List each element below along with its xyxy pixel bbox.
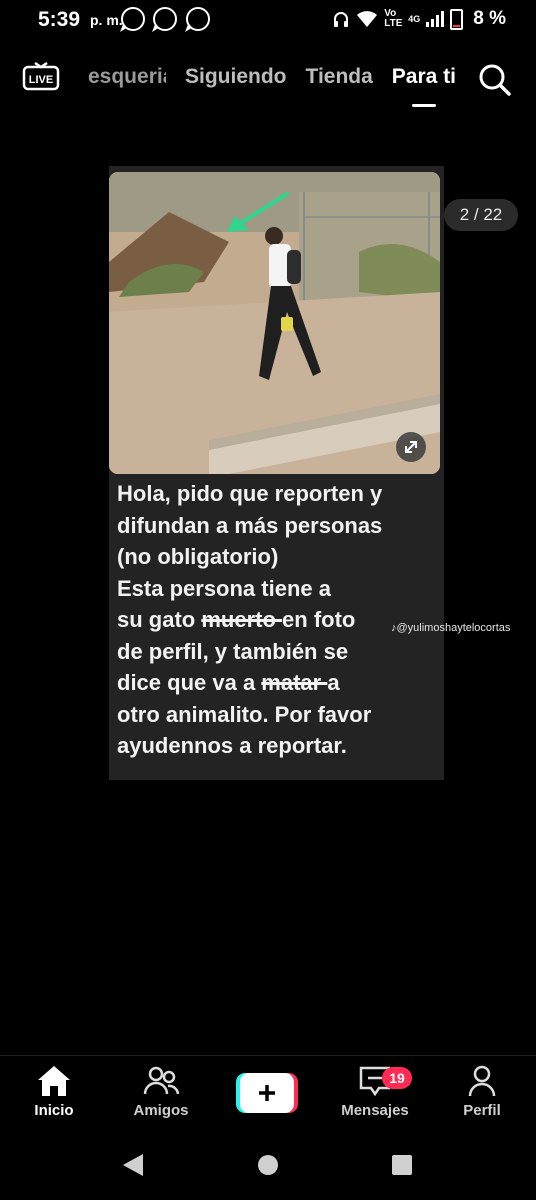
nav-profile[interactable]: Perfil xyxy=(437,1064,527,1119)
clock: 5:39 xyxy=(38,8,81,31)
recents-icon[interactable] xyxy=(390,1153,414,1177)
network-gen: 4G xyxy=(408,14,421,24)
back-icon[interactable] xyxy=(121,1152,145,1178)
status-bar: 5:39 p. m. Vo LTE 4G 8 % xyxy=(0,0,536,40)
caption-line: Esta persona tiene a xyxy=(117,575,331,601)
caption-text: a xyxy=(327,670,340,695)
caption-text: en foto xyxy=(282,607,356,632)
caption-line: de perfil, y también se xyxy=(117,638,349,664)
slide-counter: 2 / 22 xyxy=(444,199,518,231)
system-icons: Vo LTE 4G 8 % xyxy=(332,8,506,30)
create-button[interactable] xyxy=(236,1073,298,1113)
friends-icon xyxy=(143,1066,179,1095)
nav-profile-label: Perfil xyxy=(463,1102,501,1119)
profile-icon xyxy=(468,1065,496,1097)
feed-tabs: esqueria Siguiendo Tienda Para ti xyxy=(88,65,456,107)
signal-icon xyxy=(426,11,445,27)
top-nav: LIVE esqueria Siguiendo Tienda Para ti xyxy=(0,55,536,110)
post-caption: Hola, pido que reporten y difundan a más… xyxy=(117,478,442,762)
volte-label: Vo LTE xyxy=(384,8,403,29)
wifi-icon xyxy=(357,11,378,27)
battery-percent: 8 % xyxy=(473,8,506,29)
bottom-nav: Inicio Amigos 19 Mensajes Perfil xyxy=(0,1055,536,1131)
messages-badge: 19 xyxy=(382,1067,412,1089)
tab-shop[interactable]: Tienda xyxy=(306,65,373,89)
system-nav-bar xyxy=(0,1130,536,1200)
watermark-handle: @yulimoshaytelocortas xyxy=(396,622,511,634)
live-label: LIVE xyxy=(29,74,53,86)
post-photo[interactable] xyxy=(109,172,440,474)
headphones-icon xyxy=(334,12,349,27)
caption-line: otro animalito. Por favor xyxy=(117,701,372,727)
tab-following[interactable]: Siguiendo xyxy=(185,65,287,89)
nav-friends[interactable]: Amigos xyxy=(116,1064,206,1119)
tab-for-you[interactable]: Para ti xyxy=(392,65,456,107)
clock-ampm: p. m. xyxy=(90,12,123,28)
caption-line: difundan a más personas xyxy=(117,512,383,538)
search-icon[interactable] xyxy=(478,63,512,97)
home-icon xyxy=(38,1066,70,1096)
caption-text: su gato xyxy=(117,607,202,632)
nav-messages-label: Mensajes xyxy=(341,1102,409,1119)
nav-messages[interactable]: 19 Mensajes xyxy=(330,1064,420,1119)
tab-explore[interactable]: esqueria xyxy=(88,65,166,89)
caption-line: (no obligatorio) xyxy=(117,544,279,569)
battery-icon xyxy=(450,8,464,30)
caption-line: Hola, pido que reporten y xyxy=(117,481,383,506)
caption-text: dice que va a xyxy=(117,670,262,695)
tiktok-watermark: ♪@yulimoshaytelocortas xyxy=(391,622,511,634)
nav-friends-label: Amigos xyxy=(133,1102,189,1119)
caption-line: dice que va a matar a xyxy=(117,667,442,699)
nav-home[interactable]: Inicio xyxy=(9,1064,99,1119)
street-photo xyxy=(109,172,440,474)
live-icon[interactable]: LIVE xyxy=(22,61,60,93)
expand-button[interactable] xyxy=(396,432,426,462)
whatsapp-icon xyxy=(153,7,177,31)
struck-word: muerto xyxy=(201,607,283,632)
expand-icon xyxy=(405,441,417,453)
whatsapp-icon xyxy=(121,7,145,31)
caption-line: ayudennos a reportar. xyxy=(117,733,347,758)
whatsapp-icon xyxy=(186,7,210,31)
post-card[interactable]: Hola, pido que reporten y difundan a más… xyxy=(109,166,444,780)
home-circle-icon[interactable] xyxy=(256,1153,280,1177)
nav-home-label: Inicio xyxy=(34,1102,74,1119)
struck-word: matar xyxy=(261,670,328,695)
